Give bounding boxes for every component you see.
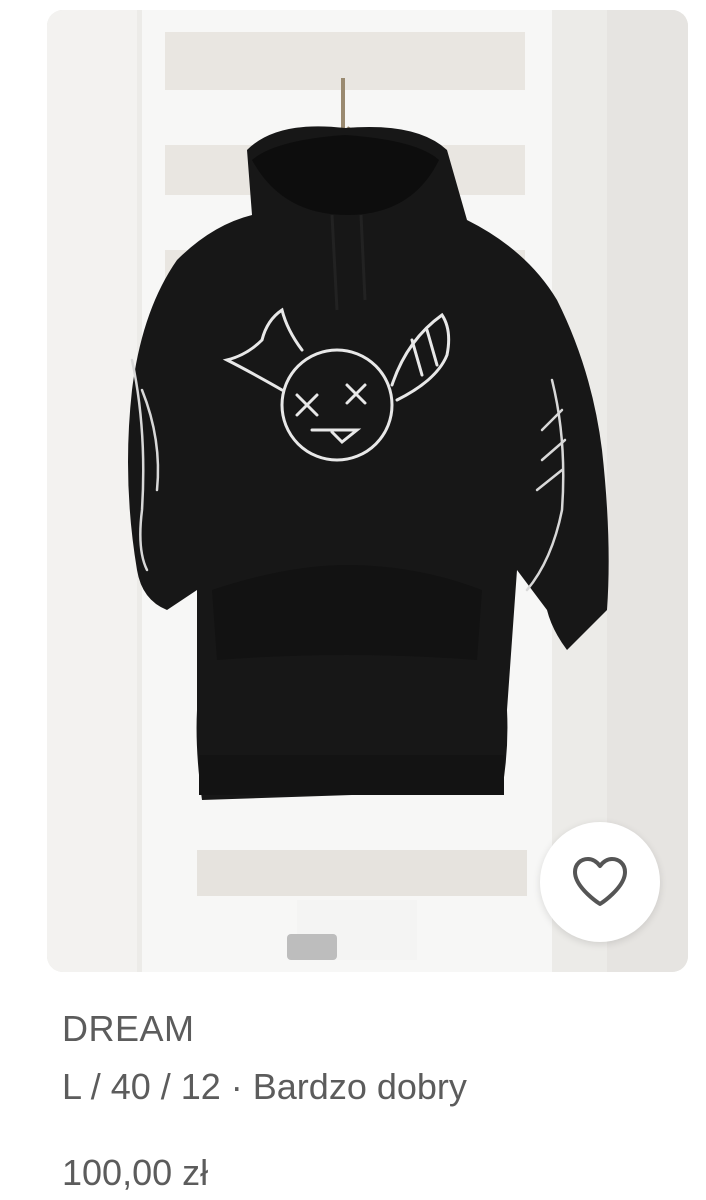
brand-name: DREAM — [62, 1008, 195, 1049]
item-details: L / 40 / 12 · Bardzo dobry — [62, 1066, 467, 1107]
product-card[interactable]: DREAM L / 40 / 12 · Bardzo dobry 100,00 … — [0, 0, 706, 1200]
product-photo[interactable] — [47, 10, 688, 972]
favorite-button[interactable] — [540, 822, 660, 942]
heart-outline-icon — [571, 856, 629, 908]
item-price: 100,00 zł — [62, 1152, 209, 1193]
